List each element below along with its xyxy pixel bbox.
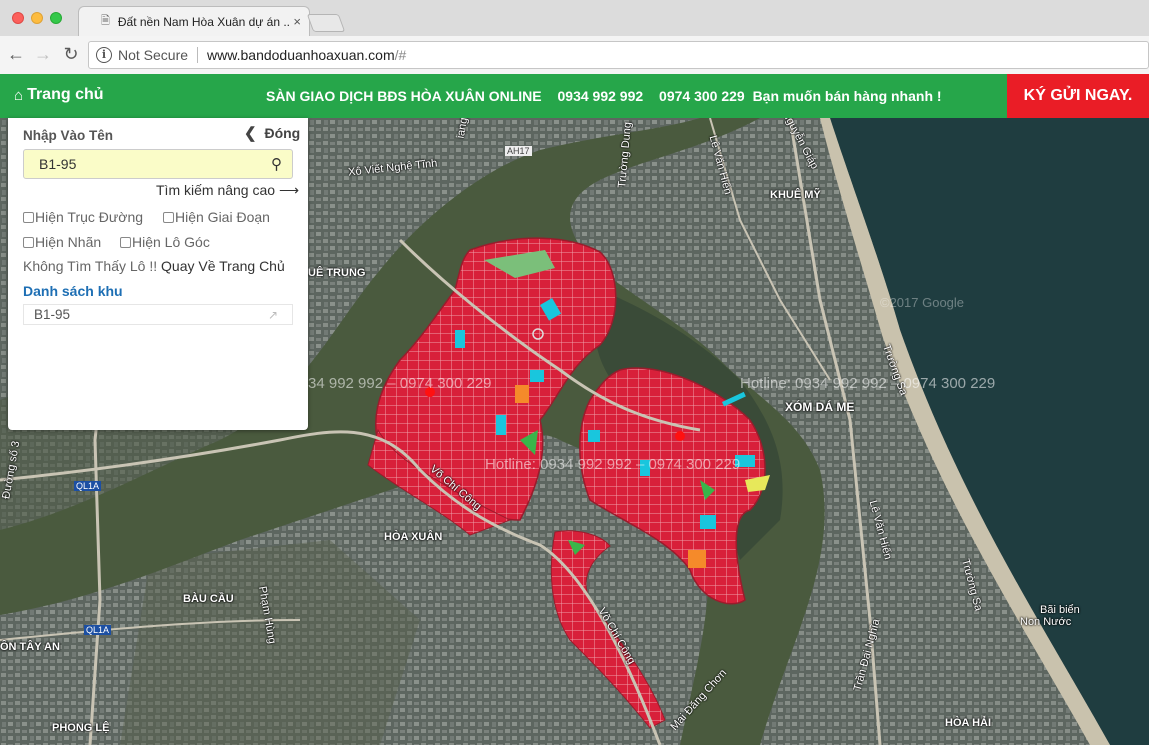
map-copyright: ©2017 Google [880,295,965,310]
checkbox-label: Hiện Nhãn [35,234,102,250]
close-label: Đóng [264,125,301,141]
search-icon[interactable]: ⚲ [271,155,282,173]
url-text: www.bandoduanhoaxuan.com/# [207,47,406,63]
list-item[interactable]: B1-95 ↗ [23,304,293,325]
map-label: Xô Viết Nghệ Tĩnh [347,157,438,179]
map-watermark: Hotline: 0934 992 992 – 0974 300 229 [485,456,741,473]
map-label: Trần Đại Nghĩa [851,617,883,693]
minimize-window-button[interactable] [31,12,43,24]
tab-title: Đất nền Nam Hòa Xuân dự án ... [117,14,290,29]
security-label: Not Secure [118,47,189,63]
map-label: Bãi biển [1040,604,1080,616]
phone-1[interactable]: 0934 992 992 [558,88,644,104]
map-label: UÊ TRUNG [308,267,366,279]
map-label: KHUÊ MỸ [770,189,821,201]
search-panel: Nhập Vào Tên ❮ Đóng ⚲ Tìm kiếm nâng cao … [8,118,308,430]
separator [197,47,199,63]
top-navigation-bar: ⌂ Trang chủ SÀN GIAO DỊCH BĐS HÒA XUÂN O… [0,74,1149,118]
show-corner-lots-checkbox[interactable]: Hiện Lô Góc [120,234,210,250]
map-label: HÒA XUÂN [384,531,443,543]
map-label: QL1A [74,481,102,491]
checkbox-box[interactable] [163,211,174,223]
tab-close-icon[interactable]: × [293,14,301,29]
map-label: Đường số 3 [0,440,23,500]
new-tab-button[interactable] [306,14,346,32]
arrow-right-icon: ⟶ [278,182,300,198]
url-host: www.bandoduanhoaxuan.com [207,47,395,63]
map-label: Võ Chí Công [427,463,484,513]
home-icon: ⌂ [14,86,24,104]
list-item-label: B1-95 [34,307,71,322]
map-label: Nguyễn Giáp [779,108,821,172]
marquee-banner: SÀN GIAO DỊCH BĐS HÒA XUÂN ONLINE 0934 9… [266,88,954,104]
chevron-left-icon: ❮ [244,125,257,142]
checkbox-label: Hiện Giai Đoạn [175,209,270,225]
browser-tab[interactable]: 🗎 Đất nền Nam Hòa Xuân dự án ... × [78,6,310,36]
checkbox-label: Hiện Lô Góc [132,234,210,250]
map-watermark: Hotline: 0934 992 992 – 0974 300 229 [740,375,996,392]
forward-icon[interactable]: → [32,44,54,64]
map-label: QL1A [84,625,112,635]
map-label: Trường Sa [958,557,985,613]
map-label: iang [454,116,471,140]
map-label: HÒA HẢI [945,717,992,729]
map-label: XÓM DÁ ME [785,400,855,414]
map-label: AH17 [505,146,532,156]
map-watermark: 34 992 992 – 0974 300 229 [308,375,492,392]
headline: SÀN GIAO DỊCH BĐS HÒA XUÂN ONLINE [266,88,542,104]
map-label: Võ Chí Công [595,605,638,667]
search-input[interactable] [24,150,264,178]
checkbox-box[interactable] [120,236,131,248]
browser-chrome: 🗎 Đất nền Nam Hòa Xuân dự án ... × ← → ↻… [0,0,1149,74]
consign-now-button[interactable]: KÝ GỬI NGAY. [1007,74,1149,118]
go-home-link[interactable]: Quay Về Trang Chủ [161,258,285,274]
map-label: Trường Dung [616,121,634,189]
home-label: Trang chủ [27,86,104,103]
map-label: Mai Đăng Chơn [668,667,730,733]
show-labels-checkbox[interactable]: Hiện Nhãn [23,234,101,250]
tab-bar: 🗎 Đất nền Nam Hòa Xuân dự án ... × [0,0,1149,36]
map-label: Non Nước [1020,616,1072,628]
navigation-row: ← → ↻ i Not Secure www.bandoduanhoaxuan.… [0,36,1149,74]
search-label: Nhập Vào Tên [23,128,114,143]
show-roads-checkbox[interactable]: Hiện Trục Đường [23,209,143,225]
home-link[interactable]: ⌂ Trang chủ [14,86,104,104]
map-label: BÀU CẦU [183,593,234,605]
advanced-search-label: Tìm kiếm nâng cao [156,182,276,198]
map-label: Lê Văn Hiến [866,499,894,561]
back-icon[interactable]: ← [5,44,27,64]
search-box: ⚲ [23,149,293,179]
address-bar[interactable]: i Not Secure www.bandoduanhoaxuan.com/# [88,41,1149,69]
checkbox-label: Hiện Trục Đường [35,209,144,225]
page-icon: 🗎 [101,15,110,27]
map-label: Lê Văn Hiến [706,134,734,196]
show-phases-checkbox[interactable]: Hiện Giai Đoạn [163,209,270,225]
reload-icon[interactable]: ↻ [60,44,82,64]
close-panel-button[interactable]: ❮ Đóng [244,124,300,142]
close-window-button[interactable] [12,12,24,24]
map-label: ÔN TÂY AN [0,641,60,653]
external-link-icon[interactable]: ↗ [268,306,278,325]
sell-prompt: Bạn muốn bán hàng nhanh ! [752,88,942,104]
map-label: PHONG LỆ [52,722,110,734]
map-label: Phạm Hùng [256,585,278,645]
not-found-text: Không Tìm Thấy Lô !! [23,258,158,274]
maximize-window-button[interactable] [50,12,62,24]
url-path: /# [394,47,407,63]
area-list-title: Danh sách khu [23,283,123,299]
not-found-message: Không Tìm Thấy Lô !! Quay Về Trang Chủ [23,258,285,274]
checkbox-box[interactable] [23,236,34,248]
info-icon[interactable]: i [96,47,112,63]
phone-2[interactable]: 0974 300 229 [659,88,745,104]
checkbox-box[interactable] [23,211,34,223]
advanced-search-link[interactable]: Tìm kiếm nâng cao ⟶ [156,182,299,199]
